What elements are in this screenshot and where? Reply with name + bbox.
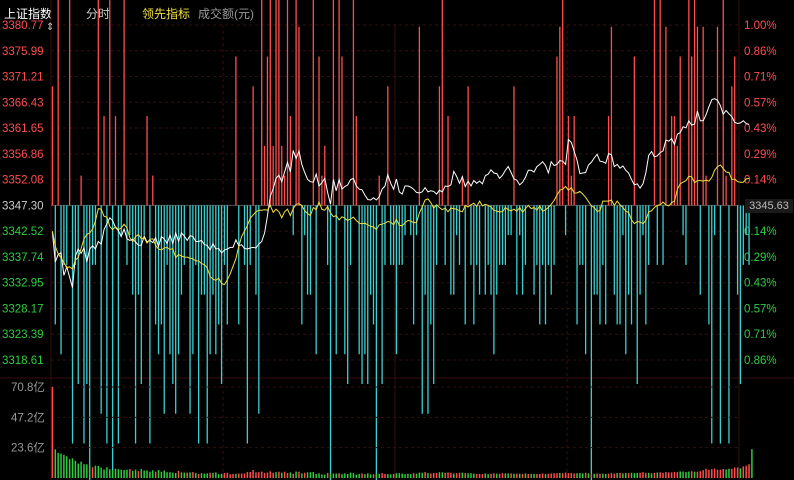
price-line [51,98,750,288]
pct-tick-label: 0.43% [744,123,777,135]
pct-tick-label: 0.86% [744,355,777,367]
volume-tick-label: 47.2亿 [11,411,45,424]
volume-tick-label: 23.6亿 [11,442,45,455]
axis-toggle-icon[interactable]: ⇕ [46,22,54,33]
pct-tick-label: 1.00% [744,20,777,32]
intraday-chart[interactable]: 3380.77 1.00% 3375.99 0.86% 3371.21 0.71% 3366… [0,0,794,480]
price-tick-label: 3318.61 [2,355,44,367]
pct-tick-label: 0.14% [744,175,777,187]
price-tick-label: 3328.17 [2,303,44,315]
pct-tick-label: 0.86% [744,46,777,58]
price-tick-label: 3347.30 [2,200,44,212]
pct-tick-label: 0.57% [744,303,777,315]
price-tick-label: 3361.65 [2,123,44,135]
price-tick-label: 3371.21 [2,72,44,84]
price-tick-label: 3342.52 [2,226,44,238]
price-tick-label: 3332.95 [2,278,44,290]
price-tick-label: 3380.77 [2,20,44,32]
price-tick-label: 3366.43 [2,97,44,109]
pct-tick-label: 0.43% [744,278,777,290]
price-tick-label: 3375.99 [2,46,44,58]
current-price-label: 3345.63 [745,199,793,213]
price-tick-label: 3356.86 [2,149,44,161]
volume-tick-label: 70.8亿 [11,381,45,394]
price-tick-label: 3352.08 [2,175,44,187]
leading-indicator-line [51,164,750,286]
price-tick-label: 3323.39 [2,329,44,341]
pct-tick-label: 0.71% [744,72,777,84]
pct-tick-label: 0.57% [744,97,777,109]
price-tick-label: 3337.74 [2,252,44,264]
pct-tick-label: 0.29% [744,149,777,161]
pct-tick-label: 0.71% [744,329,777,341]
